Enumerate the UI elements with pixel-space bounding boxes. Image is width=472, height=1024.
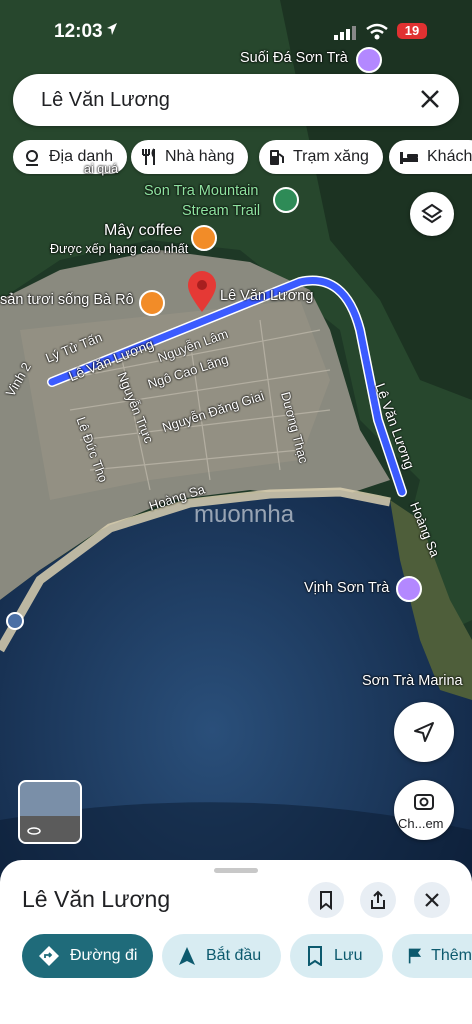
poi-seafood[interactable]: sản tươi sống Bà Rô [0,292,134,308]
street-view-icon [414,794,434,810]
status-bar: 12:03 19 [0,18,472,46]
landmark-icon [26,150,38,166]
cell-signal-icon [334,26,356,40]
street-view-thumbnail[interactable] [18,780,82,844]
restaurant-poi-icon[interactable] [139,290,165,316]
chip-gas-station[interactable]: Trạm xăng [259,140,383,174]
camera-poi-icon-bay[interactable] [396,576,422,602]
poi-son-tra-marina[interactable]: Sơn Trà Marina [362,673,463,689]
flag-icon [408,948,422,964]
poi-partial[interactable]: ai quá [84,162,118,176]
street-view-button[interactable]: Ch...em [394,780,454,840]
cafe-poi-icon[interactable] [191,225,217,251]
search-input[interactable]: Lê Văn Lương [41,89,170,112]
place-title: Lê Văn Lương [22,886,171,912]
poi-may-coffee[interactable]: Mây coffee [104,222,182,240]
save-action-button[interactable]: Lưu [290,934,383,978]
bookmark-icon [320,891,332,910]
poi-may-coffee-rating: Được xếp hạng cao nhất [50,242,189,256]
directions-icon [39,946,59,966]
poi-trail-line2[interactable]: Stream Trail [182,203,260,219]
wifi-icon [366,23,388,40]
street-view-label: Ch...em [398,816,444,831]
selected-street-label[interactable]: Lê Văn Lương [220,288,313,304]
poi-suoi-da-son-tra[interactable]: Suối Đá Sơn Trà [240,50,348,66]
hiking-poi-icon[interactable] [273,187,299,213]
restaurant-icon [142,148,155,165]
gas-station-icon [270,150,284,165]
share-button[interactable] [360,882,396,918]
close-sheet-button[interactable] [414,882,450,918]
more-button[interactable]: Thêm [392,934,472,978]
poi-trail[interactable]: Son Tra Mountain [144,183,258,199]
navigation-icon [179,947,195,965]
start-button[interactable]: Bắt đầu [162,934,281,978]
navigation-arrow-icon [414,722,434,742]
close-icon [425,893,439,907]
layers-icon [421,203,443,224]
my-location-button[interactable] [394,702,454,762]
share-icon [371,890,385,909]
category-chips: Địa danh Nhà hàng Trạm xăng Khách [13,140,472,176]
camera-poi-icon[interactable] [356,47,382,73]
save-button[interactable] [308,882,344,918]
poi-vinh-son-tra[interactable]: Vịnh Sơn Trà [304,580,389,596]
bookmark-icon [308,946,322,966]
chip-hotel[interactable]: Khách [389,140,472,174]
drag-handle[interactable] [214,868,258,873]
location-arrow-icon [107,23,117,35]
watermark: muonnha [194,501,295,528]
rotate-360-icon [27,827,41,835]
chip-restaurant[interactable]: Nhà hàng [131,140,249,174]
bus-stop-icon[interactable] [6,612,24,630]
directions-button[interactable]: Đường đi [22,934,153,978]
hotel-icon [400,152,418,164]
place-sheet: Lê Văn Lương Đường đi Bắt đầu Lưu Thêm [0,860,472,1024]
clock: 12:03 [54,21,103,42]
battery-indicator: 19 [397,23,427,39]
close-icon[interactable] [419,88,441,110]
search-bar[interactable]: Lê Văn Lương [13,74,459,126]
layers-button[interactable] [410,192,454,236]
